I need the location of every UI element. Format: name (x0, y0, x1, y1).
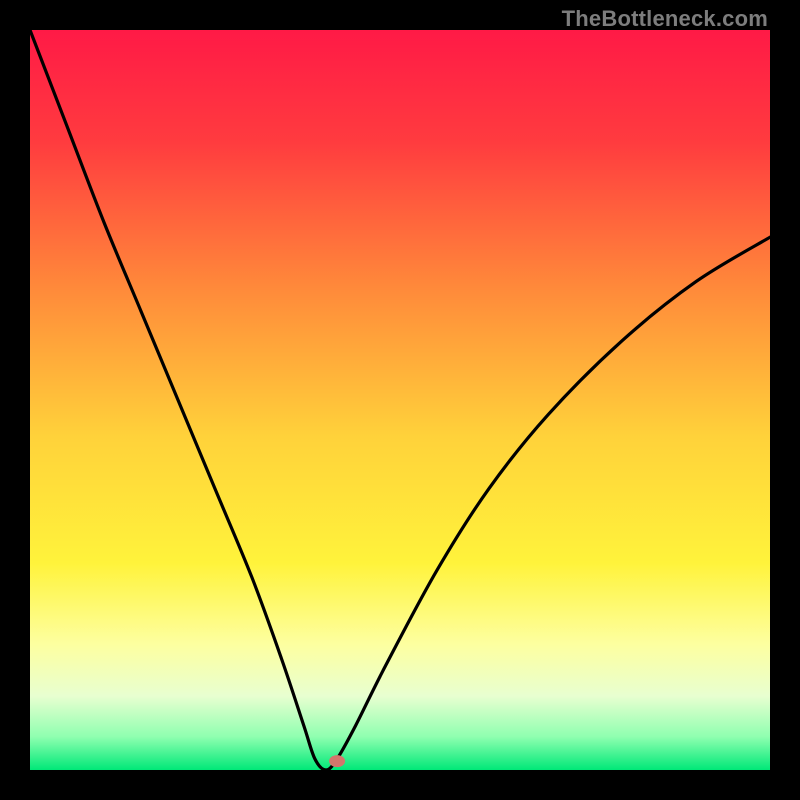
watermark-label: TheBottleneck.com (562, 6, 768, 32)
optimal-point-marker (329, 755, 345, 767)
bottleneck-curve (30, 30, 770, 770)
curve-layer (30, 30, 770, 770)
plot-area (30, 30, 770, 770)
chart-frame: TheBottleneck.com (0, 0, 800, 800)
